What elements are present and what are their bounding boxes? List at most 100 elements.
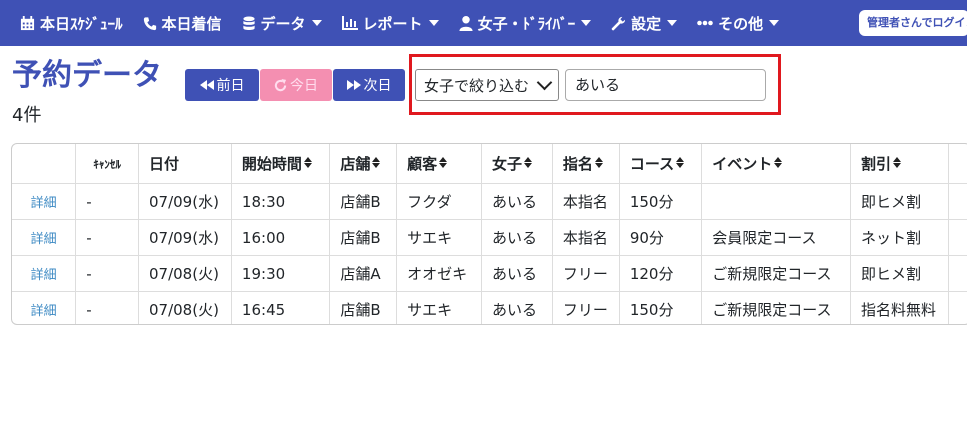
page-title: 予約データ — [12, 58, 162, 93]
cell-store: 店舗A — [329, 255, 398, 292]
cell-date: 07/09(水) — [138, 219, 232, 256]
table-row: 詳細 - 07/08(火) 19:30 店舗A オオゼキ あいる フリー 120… — [12, 255, 967, 292]
next-day-button[interactable]: 次日 — [333, 69, 405, 101]
wrench-icon — [611, 16, 626, 30]
column-header-girl[interactable]: 女子 — [481, 144, 553, 184]
reservation-table: ｷｬﾝｾﾙ 日付 開始時間 店舗 顧客 女子 指名 コース イベント 割引 詳細… — [12, 144, 967, 324]
column-header-customer[interactable]: 顧客 — [396, 144, 483, 184]
column-header-date: 日付 — [138, 144, 232, 184]
cell-nomination: 本指名 — [552, 219, 620, 256]
cell-time: 16:45 — [231, 291, 331, 324]
cell-course: 150分 — [619, 183, 703, 220]
nav-calls[interactable]: 本日着信 — [143, 13, 222, 34]
table-row: 詳細 - 07/09(水) 16:00 店舗B サエキ あいる 本指名 90分 … — [12, 219, 967, 256]
phone-icon — [143, 16, 156, 30]
detail-link[interactable]: 詳細 — [12, 219, 77, 256]
next-day-label: 次日 — [363, 78, 392, 94]
nav-report-label: レポート — [362, 14, 423, 33]
cell-event: ご新規限定コース — [701, 291, 851, 324]
cell-store: 店舗B — [329, 291, 398, 324]
chevron-down-icon — [581, 20, 592, 26]
refresh-icon — [274, 78, 287, 91]
cell-discount: 即ヒメ割 — [850, 183, 949, 220]
nav-report-menu[interactable]: レポート — [341, 13, 439, 34]
database-icon — [242, 15, 255, 30]
cell-event: ご新規限定コース — [701, 255, 851, 292]
cell-girl: あいる — [481, 291, 553, 324]
cell-nomination: フリー — [552, 255, 620, 292]
cell-date: 07/08(火) — [138, 291, 232, 324]
today-button[interactable]: 今日 — [260, 69, 332, 101]
cell-cancel: - — [75, 219, 139, 256]
nav-other-menu[interactable]: その他 — [697, 13, 780, 34]
cell-date: 07/09(水) — [138, 183, 232, 220]
cell-extra — [948, 255, 967, 292]
cell-cancel: - — [75, 291, 139, 324]
cell-time: 18:30 — [231, 183, 331, 220]
cell-course: 90分 — [619, 219, 703, 256]
detail-link[interactable]: 詳細 — [12, 291, 77, 324]
cell-nomination: フリー — [552, 291, 620, 324]
cell-course: 150分 — [619, 291, 703, 324]
nav-settings-label: 設定 — [631, 14, 662, 33]
calendar-icon — [20, 15, 35, 30]
nav-settings-menu[interactable]: 設定 — [611, 13, 678, 34]
cell-time: 16:00 — [231, 219, 331, 256]
forward-icon — [346, 80, 361, 90]
cell-extra — [948, 183, 967, 220]
nav-data-label: データ — [260, 14, 306, 33]
detail-link[interactable]: 詳細 — [12, 255, 77, 292]
reservation-table-container: ｷｬﾝｾﾙ 日付 開始時間 店舗 顧客 女子 指名 コース イベント 割引 詳細… — [11, 143, 967, 325]
table-row: 詳細 - 07/08(火) 16:45 店舗B サエキ あいる フリー 150分… — [12, 291, 967, 324]
cell-girl: あいる — [481, 219, 553, 256]
chevron-down-icon — [536, 74, 553, 91]
column-header-cancel: ｷｬﾝｾﾙ — [75, 144, 139, 184]
backward-icon — [199, 80, 214, 90]
cell-discount: ネット割 — [850, 219, 949, 256]
cell-customer: オオゼキ — [396, 255, 483, 292]
column-header-course[interactable]: コース — [619, 144, 703, 184]
table-header-row: ｷｬﾝｾﾙ 日付 開始時間 店舗 顧客 女子 指名 コース イベント 割引 — [12, 144, 967, 184]
girl-filter-select-value: 女子で絞り込む — [424, 76, 530, 95]
detail-link[interactable]: 詳細 — [12, 183, 77, 220]
chevron-down-icon — [311, 20, 322, 26]
cell-extra — [948, 219, 967, 256]
cell-time: 19:30 — [231, 255, 331, 292]
girl-filter-select[interactable]: 女子で絞り込む — [415, 69, 559, 101]
column-header-discount[interactable]: 割引 — [850, 144, 949, 184]
nav-other-label: その他 — [718, 14, 764, 33]
bar-chart-icon — [341, 16, 358, 30]
nav-schedule[interactable]: 本日ｽｹｼﾞｭｰﾙ — [20, 13, 123, 34]
cell-event: 会員限定コース — [701, 219, 851, 256]
nav-girls-menu[interactable]: 女子・ﾄﾞﾗｲﾊﾞｰ — [459, 13, 592, 34]
cell-extra — [948, 291, 967, 324]
cell-girl: あいる — [481, 183, 553, 220]
chevron-down-icon — [769, 20, 780, 26]
cell-date: 07/08(火) — [138, 255, 232, 292]
nav-data-menu[interactable]: データ — [242, 13, 322, 34]
cell-discount: 即ヒメ割 — [850, 255, 949, 292]
cell-customer: サエキ — [396, 219, 483, 256]
cell-cancel: - — [75, 255, 139, 292]
nav-schedule-label: 本日ｽｹｼﾞｭｰﾙ — [40, 14, 123, 33]
column-header-detail — [12, 144, 77, 184]
cell-store: 店舗B — [329, 219, 398, 256]
cell-discount: 指名料無料 — [850, 291, 949, 324]
cell-cancel: - — [75, 183, 139, 220]
top-navbar: 本日ｽｹｼﾞｭｰﾙ 本日着信 データ レポート 女子・ﾄﾞﾗｲﾊﾞｰ 設定 その… — [0, 0, 967, 46]
column-header-start-time[interactable]: 開始時間 — [231, 144, 331, 184]
cell-event — [701, 183, 851, 220]
column-header-nomination[interactable]: 指名 — [552, 144, 620, 184]
prev-day-button[interactable]: 前日 — [185, 69, 259, 101]
result-count: 4件 — [12, 105, 42, 126]
column-header-store[interactable]: 店舗 — [329, 144, 398, 184]
girl-filter-input[interactable]: あいる — [565, 69, 766, 101]
column-header-extra — [948, 144, 967, 184]
column-header-event[interactable]: イベント — [701, 144, 851, 184]
ellipsis-icon — [697, 20, 713, 26]
cell-customer: サエキ — [396, 291, 483, 324]
user-icon — [459, 15, 473, 31]
admin-login-badge[interactable]: 管理者さんでログイン中 — [859, 10, 967, 36]
table-row: 詳細 - 07/09(水) 18:30 店舗B フクダ あいる 本指名 150分… — [12, 183, 967, 220]
chevron-down-icon — [667, 20, 678, 26]
